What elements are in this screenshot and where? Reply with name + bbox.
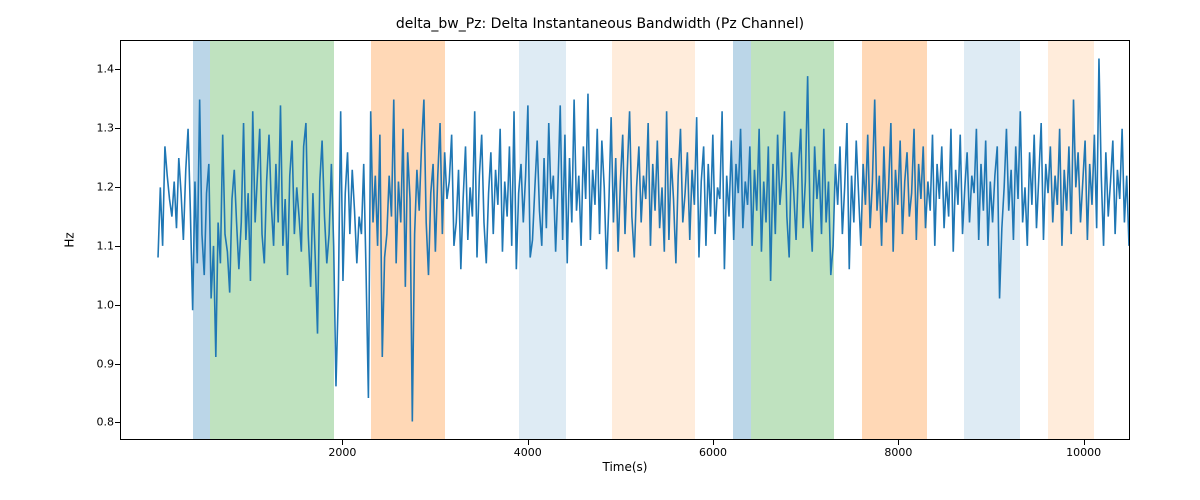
y-tick-label: 1.4 xyxy=(84,63,114,76)
y-tick-mark xyxy=(115,422,120,423)
series-line xyxy=(158,59,1130,422)
y-tick-label: 1.2 xyxy=(84,181,114,194)
y-tick-mark xyxy=(115,305,120,306)
x-tick-mark xyxy=(528,440,529,445)
y-tick-mark xyxy=(115,364,120,365)
x-tick-mark xyxy=(898,440,899,445)
y-tick-label: 1.0 xyxy=(84,298,114,311)
x-tick-label: 4000 xyxy=(514,446,542,459)
y-tick-label: 0.8 xyxy=(84,416,114,429)
figure: delta_bw_Pz: Delta Instantaneous Bandwid… xyxy=(0,0,1200,500)
x-tick-label: 2000 xyxy=(328,446,356,459)
chart-title: delta_bw_Pz: Delta Instantaneous Bandwid… xyxy=(0,16,1200,32)
plot-area xyxy=(121,41,1129,439)
axes xyxy=(120,40,1130,440)
y-axis-label-text: Hz xyxy=(63,232,77,247)
x-tick-mark xyxy=(1084,440,1085,445)
y-tick-label: 0.9 xyxy=(84,357,114,370)
y-tick-mark xyxy=(115,128,120,129)
y-tick-mark xyxy=(115,246,120,247)
y-tick-mark xyxy=(115,69,120,70)
x-tick-mark xyxy=(713,440,714,445)
y-tick-label: 1.1 xyxy=(84,239,114,252)
x-tick-label: 8000 xyxy=(884,446,912,459)
x-tick-label: 6000 xyxy=(699,446,727,459)
x-axis-label: Time(s) xyxy=(120,460,1130,474)
x-tick-label: 10000 xyxy=(1066,446,1101,459)
y-axis-label: Hz xyxy=(60,40,80,440)
y-tick-mark xyxy=(115,187,120,188)
x-tick-mark xyxy=(342,440,343,445)
y-tick-label: 1.3 xyxy=(84,122,114,135)
line-series xyxy=(121,41,1129,439)
